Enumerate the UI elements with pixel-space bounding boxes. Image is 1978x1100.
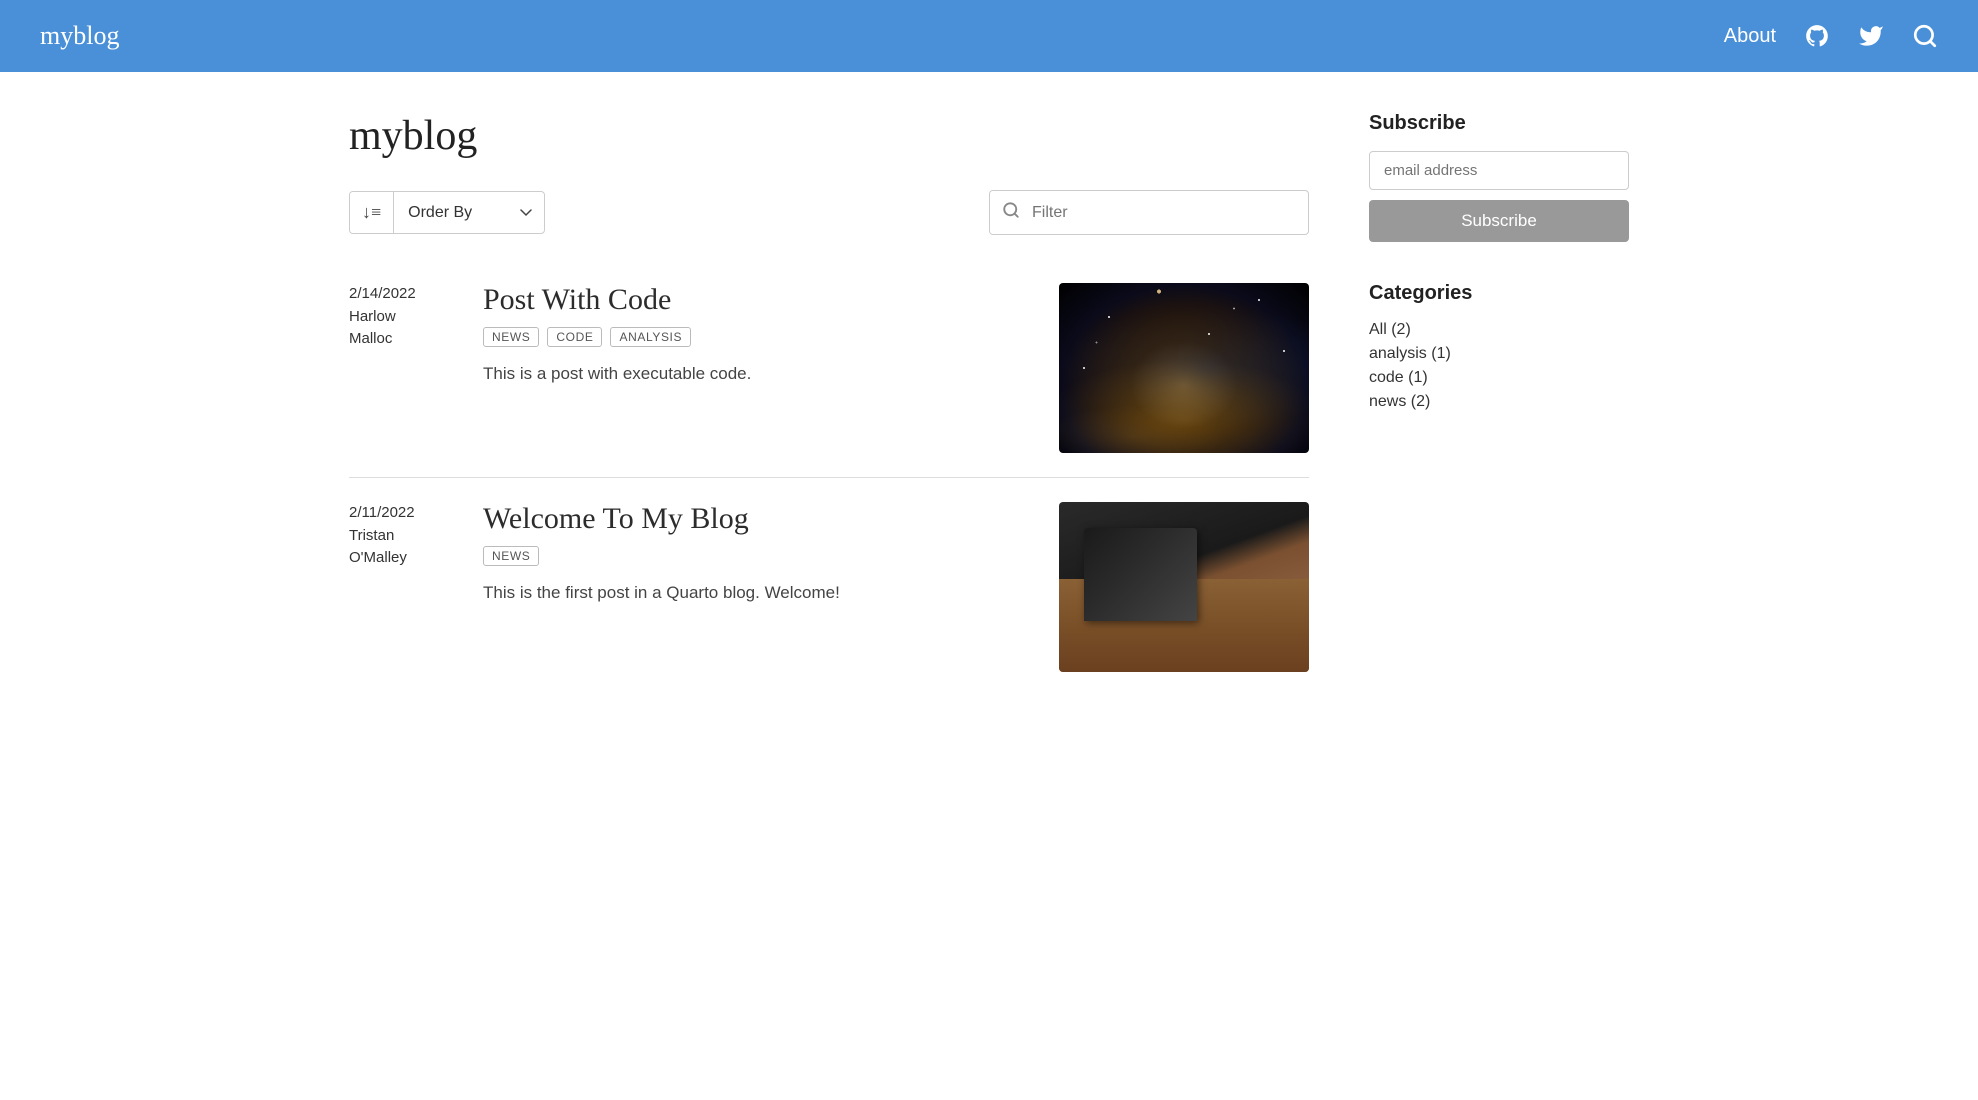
page-container: myblog ↓≡ Order By Date Title Author <box>289 72 1689 736</box>
site-nav: About <box>1724 23 1938 49</box>
category-code[interactable]: code (1) <box>1369 369 1629 387</box>
post-title[interactable]: Post With Code <box>483 283 1035 317</box>
post-tags: NEWS <box>483 546 1035 566</box>
post-body: Welcome To My Blog NEWS This is the firs… <box>483 502 1035 672</box>
main-content: myblog ↓≡ Order By Date Title Author <box>349 112 1309 696</box>
order-by-wrapper: ↓≡ Order By Date Title Author <box>349 191 545 234</box>
post-body: Post With Code NEWS CODE ANALYSIS This i… <box>483 283 1035 453</box>
categories-section: Categories All (2) analysis (1) code (1)… <box>1369 282 1629 411</box>
categories-heading: Categories <box>1369 282 1629 305</box>
filter-wrapper <box>989 190 1309 235</box>
site-header: myblog About <box>0 0 1978 72</box>
category-news[interactable]: news (2) <box>1369 393 1629 411</box>
post-item: 2/11/2022 Tristan O'Malley Welcome To My… <box>349 478 1309 696</box>
post-author-line2: Malloc <box>349 328 459 351</box>
post-image-space <box>1059 283 1309 453</box>
subscribe-heading: Subscribe <box>1369 112 1629 135</box>
tag-analysis[interactable]: ANALYSIS <box>610 327 691 347</box>
site-brand[interactable]: myblog <box>40 21 119 51</box>
email-input[interactable] <box>1369 151 1629 190</box>
subscribe-button[interactable]: Subscribe <box>1369 200 1629 242</box>
post-image-desk <box>1059 502 1309 672</box>
page-title: myblog <box>349 112 1309 160</box>
tag-code[interactable]: CODE <box>547 327 602 347</box>
post-meta: 2/14/2022 Harlow Malloc <box>349 283 459 453</box>
category-all[interactable]: All (2) <box>1369 321 1629 339</box>
order-by-select[interactable]: Order By Date Title Author <box>394 194 544 231</box>
post-author-line1: Harlow <box>349 306 459 329</box>
post-meta: 2/11/2022 Tristan O'Malley <box>349 502 459 672</box>
sidebar: Subscribe Subscribe Categories All (2) a… <box>1369 112 1629 696</box>
post-date: 2/14/2022 <box>349 283 459 306</box>
filter-input[interactable] <box>1032 194 1308 232</box>
post-tags: NEWS CODE ANALYSIS <box>483 327 1035 347</box>
github-icon[interactable] <box>1804 23 1830 49</box>
category-analysis[interactable]: analysis (1) <box>1369 345 1629 363</box>
post-author-line2: O'Malley <box>349 547 459 570</box>
post-excerpt: This is a post with executable code. <box>483 361 1035 387</box>
post-item: 2/14/2022 Harlow Malloc Post With Code N… <box>349 259 1309 477</box>
post-excerpt: This is the first post in a Quarto blog.… <box>483 580 1035 606</box>
post-author-line1: Tristan <box>349 525 459 548</box>
subscribe-section: Subscribe Subscribe <box>1369 112 1629 242</box>
tag-news[interactable]: NEWS <box>483 327 539 347</box>
post-date: 2/11/2022 <box>349 502 459 525</box>
search-icon[interactable] <box>1912 23 1938 49</box>
tag-news[interactable]: NEWS <box>483 546 539 566</box>
filter-search-icon <box>990 191 1032 234</box>
nav-about-link[interactable]: About <box>1724 25 1776 48</box>
twitter-icon[interactable] <box>1858 23 1884 49</box>
post-title[interactable]: Welcome To My Blog <box>483 502 1035 536</box>
sort-icon[interactable]: ↓≡ <box>350 192 394 233</box>
toolbar: ↓≡ Order By Date Title Author <box>349 190 1309 235</box>
